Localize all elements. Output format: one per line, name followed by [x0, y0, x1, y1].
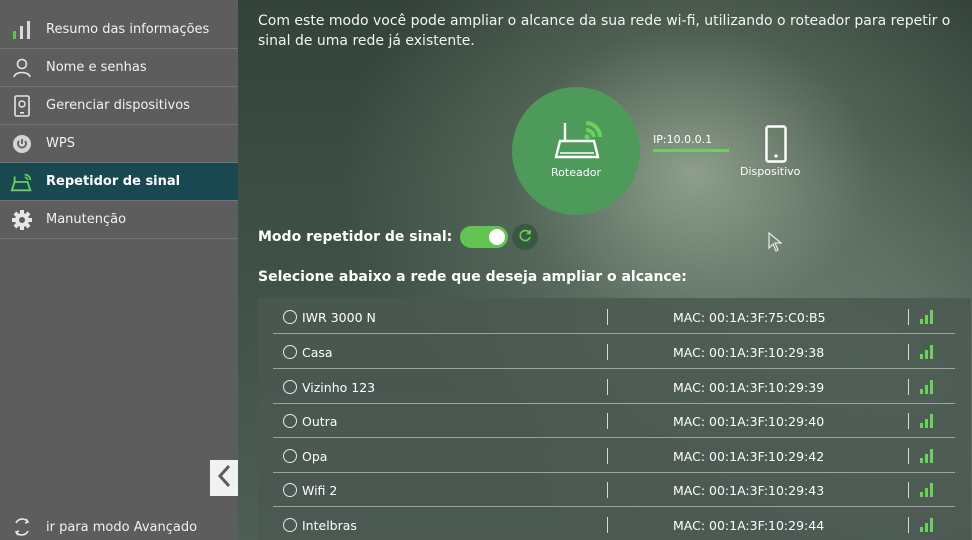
router-icon — [552, 113, 604, 163]
network-row[interactable]: IWR 3000 N MAC: 00:1A:3F:75:C0:B5 — [273, 300, 955, 334]
router-repeater-icon — [10, 170, 34, 194]
signal-strength-icon — [918, 479, 938, 499]
divider — [908, 482, 909, 498]
sidebar-item-label: WPS — [46, 136, 75, 151]
radio-button[interactable] — [283, 414, 297, 428]
radio-button[interactable] — [283, 380, 297, 394]
divider — [607, 448, 608, 464]
divider — [908, 344, 909, 360]
user-icon — [10, 56, 34, 80]
select-network-title: Selecione abaixo a rede que deseja ampli… — [258, 269, 687, 285]
network-mac: MAC: 00:1A:3F:10:29:43 — [673, 483, 825, 498]
network-mac: MAC: 00:1A:3F:10:29:38 — [673, 345, 825, 360]
divider — [607, 517, 608, 533]
sidebar-item-label: Repetidor de sinal — [46, 174, 181, 189]
network-mac: MAC: 00:1A:3F:10:29:39 — [673, 380, 825, 395]
divider — [607, 413, 608, 429]
switch-mode-icon — [10, 515, 34, 539]
network-ssid: Wifi 2 — [302, 483, 338, 498]
signal-strength-icon — [918, 306, 938, 326]
network-mac: MAC: 00:1A:3F:75:C0:B5 — [673, 310, 826, 325]
divider — [908, 413, 909, 429]
router-node: Roteador — [512, 87, 640, 215]
divider — [607, 309, 608, 325]
network-ssid: Outra — [302, 414, 338, 429]
wps-icon — [10, 132, 34, 156]
radio-button[interactable] — [283, 449, 297, 463]
network-row[interactable]: Outra MAC: 00:1A:3F:10:29:40 — [273, 404, 955, 438]
network-list: IWR 3000 N MAC: 00:1A:3F:75:C0:B5 Casa M… — [258, 298, 971, 540]
advanced-mode-label: ir para modo Avançado — [46, 519, 198, 535]
radio-button[interactable] — [283, 518, 297, 532]
repeater-mode-toggle[interactable] — [460, 226, 509, 248]
device-settings-icon — [10, 94, 34, 118]
cursor-icon — [768, 231, 783, 256]
network-ssid: Intelbras — [302, 518, 357, 533]
divider — [908, 448, 909, 464]
sidebar-item-label: Resumo das informações — [46, 22, 210, 37]
toggle-knob — [489, 229, 506, 245]
radio-button[interactable] — [283, 345, 297, 359]
divider — [607, 344, 608, 360]
network-ssid: Opa — [302, 449, 328, 464]
divider — [908, 379, 909, 395]
network-row[interactable]: Casa MAC: 00:1A:3F:10:29:38 — [273, 335, 955, 369]
divider — [607, 379, 608, 395]
network-mac: MAC: 00:1A:3F:10:29:44 — [673, 518, 825, 533]
sidebar-item-wps[interactable]: WPS — [0, 125, 238, 163]
sidebar-item-label: Nome e senhas — [46, 60, 147, 75]
main-content: Com este modo você pode ampliar o alcanc… — [238, 0, 972, 540]
signal-strength-icon — [918, 376, 938, 396]
device-label: Dispositivo — [740, 165, 801, 178]
repeater-mode-row: Modo repetidor de sinal: — [258, 224, 539, 250]
signal-strength-icon — [918, 514, 938, 534]
bar-chart-icon — [10, 18, 34, 42]
smartphone-icon — [765, 125, 787, 167]
sidebar-item-manutencao[interactable]: Manutenção — [0, 201, 238, 239]
network-row[interactable]: Opa MAC: 00:1A:3F:10:29:42 — [273, 439, 955, 473]
intro-text: Com este modo você pode ampliar o alcanc… — [258, 13, 951, 49]
signal-strength-icon — [918, 410, 938, 430]
network-row[interactable]: Vizinho 123 MAC: 00:1A:3F:10:29:39 — [273, 370, 955, 404]
sidebar-item-repetidor[interactable]: Repetidor de sinal — [0, 163, 238, 201]
network-mac: MAC: 00:1A:3F:10:29:40 — [673, 414, 825, 429]
sidebar-item-label: Manutenção — [46, 212, 127, 227]
router-label: Roteador — [551, 166, 601, 179]
network-mac: MAC: 00:1A:3F:10:29:42 — [673, 449, 825, 464]
sidebar-item-resumo[interactable]: Resumo das informações — [0, 11, 238, 49]
sidebar-item-label: Gerenciar dispositivos — [46, 98, 190, 113]
network-ssid: IWR 3000 N — [302, 310, 376, 325]
network-ssid: Casa — [302, 345, 333, 360]
refresh-icon — [518, 228, 532, 247]
chevron-left-icon — [217, 464, 231, 492]
divider — [908, 309, 909, 325]
sidebar-item-nome-senhas[interactable]: Nome e senhas — [0, 49, 238, 87]
divider — [607, 482, 608, 498]
radio-button[interactable] — [283, 483, 297, 497]
network-row[interactable]: Wifi 2 MAC: 00:1A:3F:10:29:43 — [273, 473, 955, 507]
connection-line — [653, 149, 729, 152]
signal-strength-icon — [918, 341, 938, 361]
network-row[interactable]: Intelbras MAC: 00:1A:3F:10:29:44 — [273, 508, 955, 540]
radio-button[interactable] — [283, 310, 297, 324]
refresh-button[interactable] — [512, 224, 539, 250]
advanced-mode-link[interactable]: ir para modo Avançado — [10, 514, 197, 540]
sidebar: Resumo das informações Nome e senhas Ger… — [0, 0, 238, 540]
divider — [908, 517, 909, 533]
gear-icon — [10, 208, 34, 232]
repeater-mode-label: Modo repetidor de sinal: — [258, 229, 453, 245]
signal-strength-icon — [918, 445, 938, 465]
network-ssid: Vizinho 123 — [302, 380, 376, 395]
sidebar-item-dispositivos[interactable]: Gerenciar dispositivos — [0, 87, 238, 125]
ip-label: IP:10.0.0.1 — [653, 133, 713, 146]
collapse-sidebar-button[interactable] — [210, 460, 238, 496]
